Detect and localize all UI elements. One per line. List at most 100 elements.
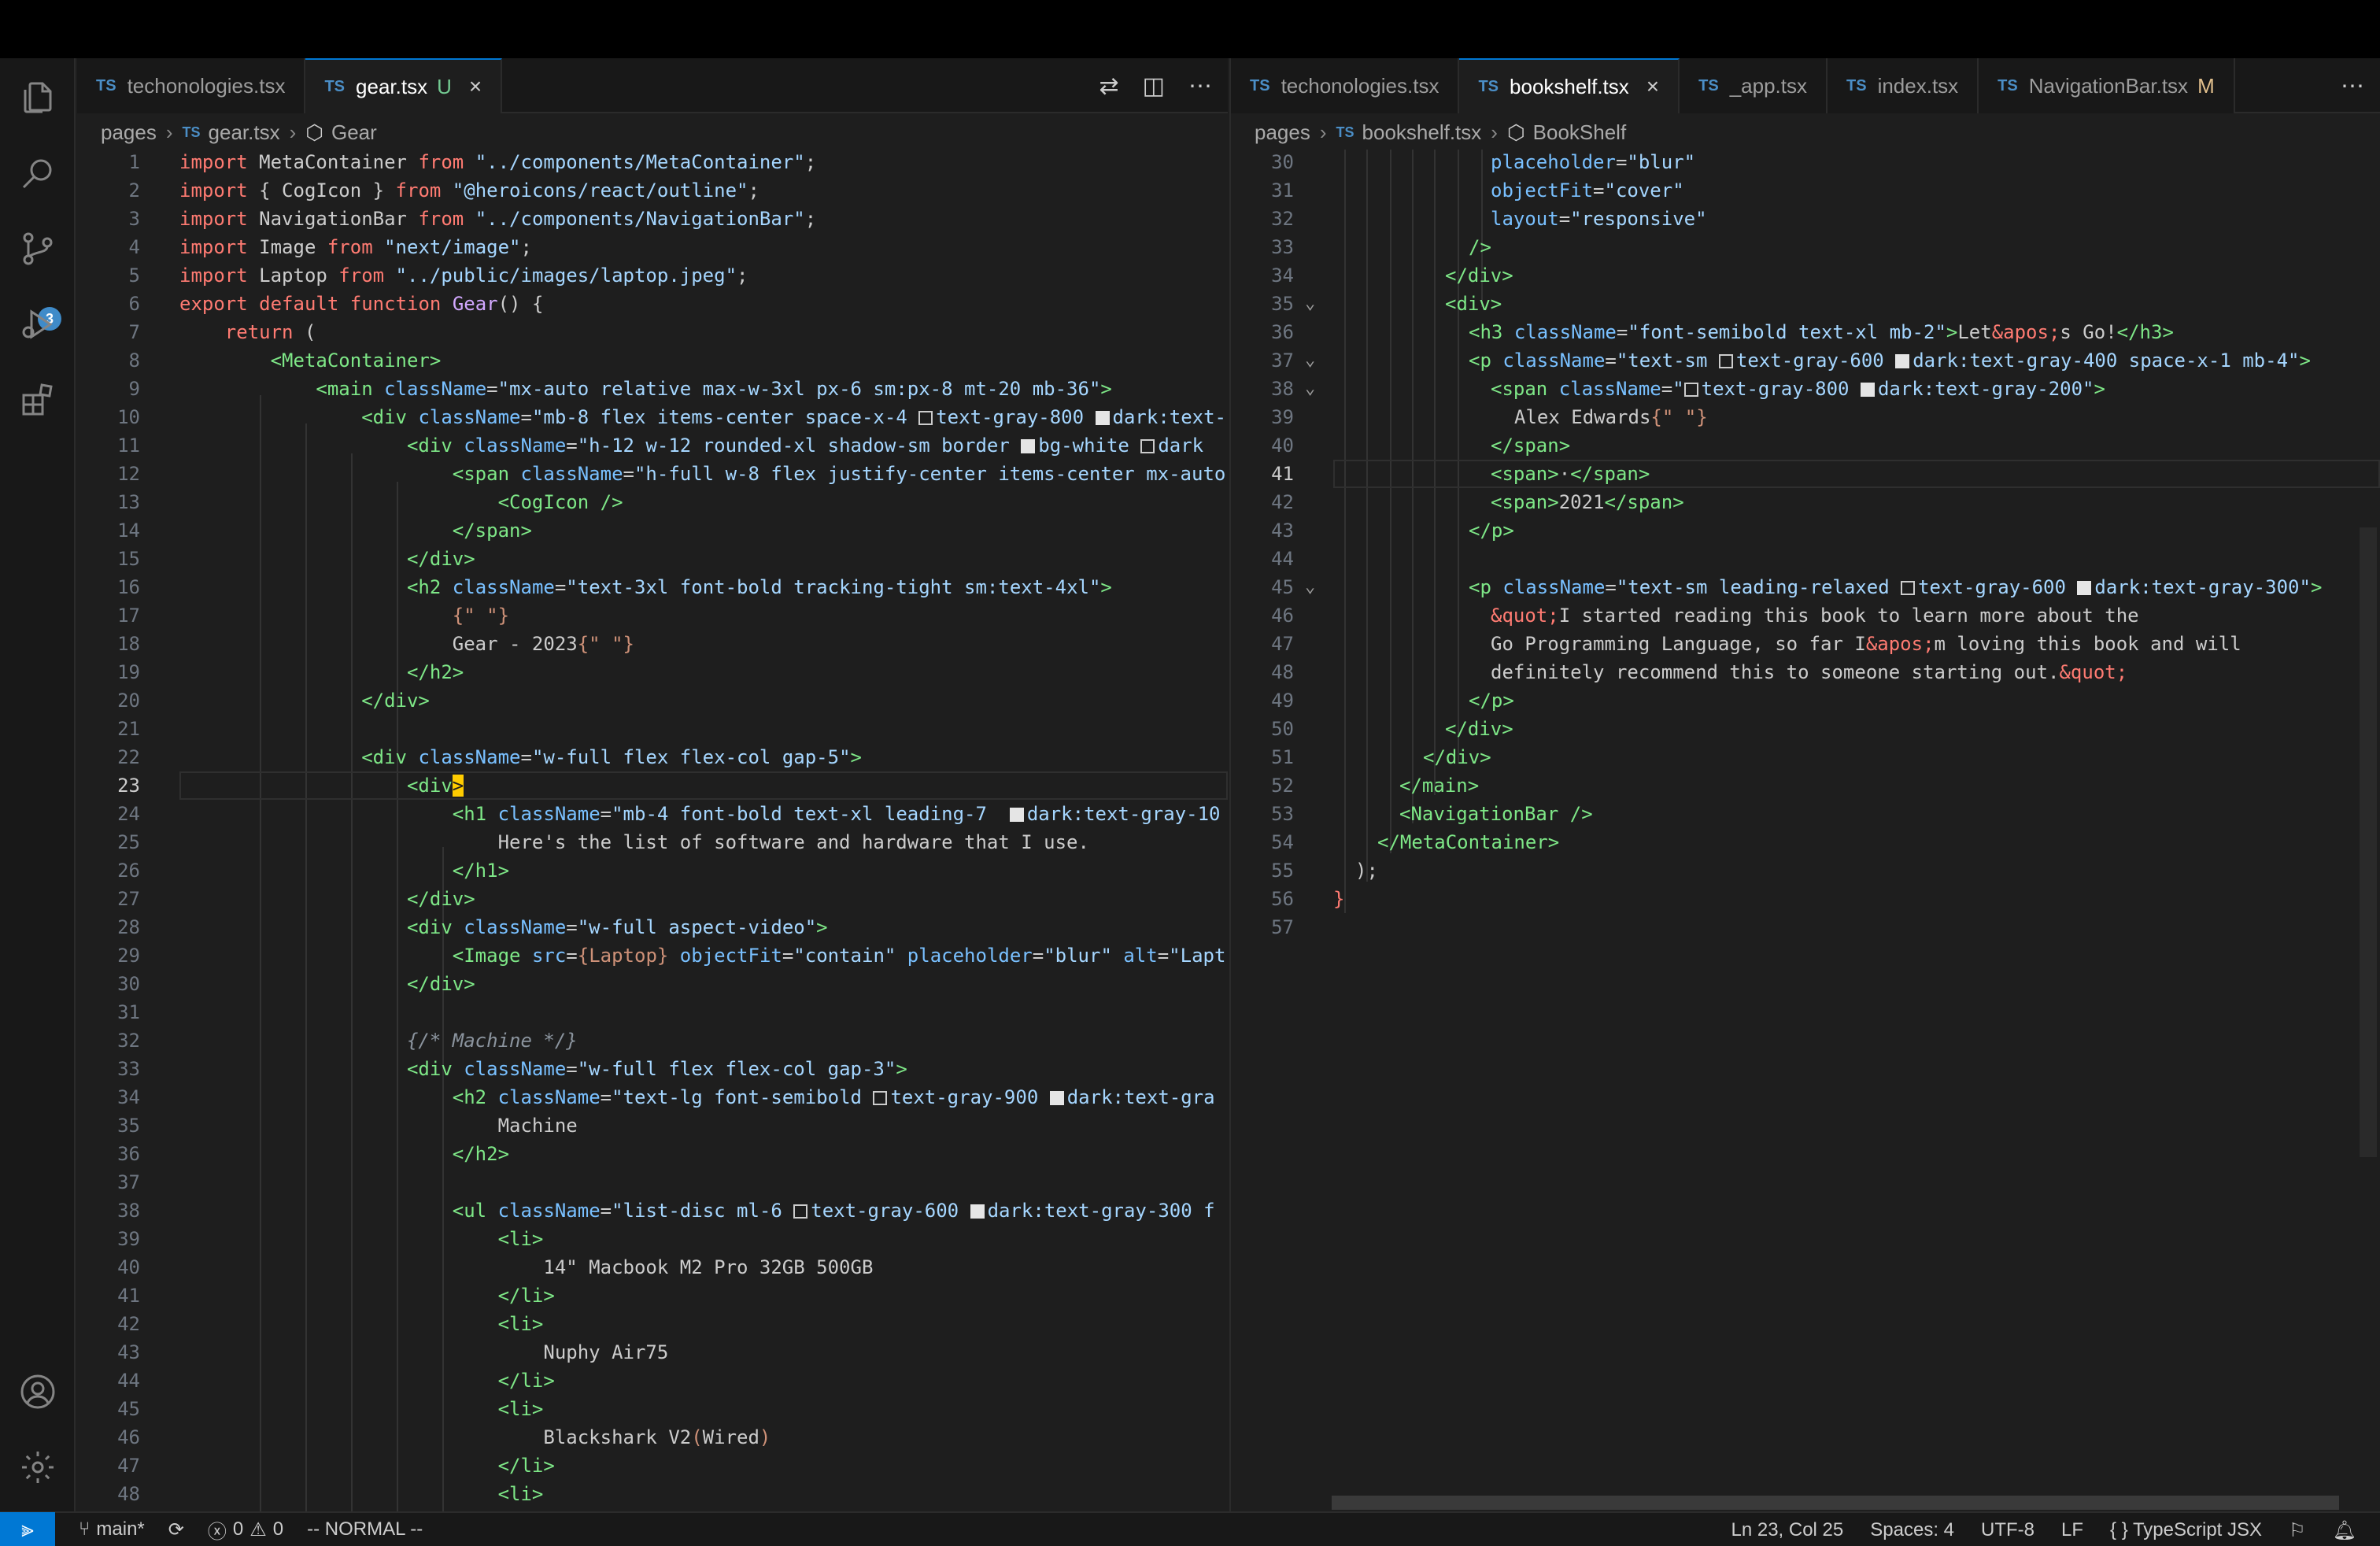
modified-status: M bbox=[2197, 73, 2215, 98]
settings-gear-icon[interactable] bbox=[19, 1448, 57, 1486]
error-icon: ⓧ bbox=[207, 1521, 227, 1543]
chevron-down-icon[interactable]: ⌄ bbox=[1305, 290, 1315, 318]
line-number: 53 bbox=[1271, 803, 1294, 825]
line-ending[interactable]: LF bbox=[2061, 1519, 2083, 1541]
chevron-right-icon: › bbox=[289, 120, 297, 144]
line-number: 2 bbox=[128, 179, 140, 202]
account-icon[interactable] bbox=[19, 1373, 57, 1411]
line-number: 4 bbox=[128, 236, 140, 258]
cursor-position[interactable]: Ln 23, Col 25 bbox=[1731, 1519, 1843, 1541]
line-number: 42 bbox=[117, 1313, 140, 1335]
close-icon[interactable]: × bbox=[1646, 74, 1659, 99]
breadcrumb: pages › TS bookshelf.tsx › ⬡ BookShelf bbox=[1231, 115, 2380, 150]
breadcrumb-symbol[interactable]: Gear bbox=[331, 120, 377, 145]
line-number: 35 bbox=[1271, 293, 1294, 315]
typescript-icon: TS bbox=[1250, 76, 1270, 94]
line-number: 41 bbox=[117, 1285, 140, 1307]
vim-mode: -- NORMAL -- bbox=[307, 1518, 423, 1540]
line-number: 8 bbox=[128, 350, 140, 372]
typescript-icon: TS bbox=[1478, 77, 1499, 95]
line-number: 46 bbox=[1271, 605, 1294, 627]
line-number: 42 bbox=[1271, 491, 1294, 513]
line-number: 38 bbox=[1271, 378, 1294, 400]
search-icon[interactable] bbox=[19, 154, 57, 192]
breadcrumb-symbol[interactable]: BookShelf bbox=[1533, 120, 1627, 145]
line-number: 17 bbox=[117, 605, 140, 627]
tab-index[interactable]: TS index.tsx bbox=[1828, 58, 1979, 113]
line-number: 25 bbox=[117, 831, 140, 853]
tab-label: techonologies.tsx bbox=[1281, 73, 1439, 98]
compare-changes-icon[interactable]: ⇄ bbox=[1099, 72, 1119, 100]
code-editor-right[interactable]: 30 placeholder="blur" 31 objectFit="cover"… bbox=[1231, 148, 2380, 941]
line-number: 5 bbox=[128, 264, 140, 287]
indentation[interactable]: Spaces: 4 bbox=[1870, 1519, 1954, 1541]
remote-icon[interactable]: ⫸ bbox=[0, 1512, 55, 1546]
breadcrumb-folder[interactable]: pages bbox=[1255, 120, 1310, 145]
line-number: 44 bbox=[1271, 548, 1294, 570]
tab-app[interactable]: TS _app.tsx bbox=[1680, 58, 1828, 113]
line-number: 47 bbox=[1271, 633, 1294, 655]
close-icon[interactable]: × bbox=[469, 74, 482, 99]
warning-icon: ⚠ bbox=[249, 1518, 267, 1540]
bell-icon[interactable]: 🔔︎ bbox=[2333, 1519, 2356, 1542]
line-number: 36 bbox=[1271, 321, 1294, 343]
line-number: 43 bbox=[1271, 520, 1294, 542]
encoding[interactable]: UTF-8 bbox=[1981, 1519, 2034, 1541]
chevron-down-icon[interactable]: ⌄ bbox=[1305, 375, 1315, 403]
line-number: 32 bbox=[1271, 208, 1294, 230]
more-actions-icon[interactable]: ⋯ bbox=[2341, 72, 2364, 100]
run-debug-icon[interactable] bbox=[19, 305, 57, 343]
feedback-icon[interactable]: ⚐ bbox=[2289, 1519, 2306, 1542]
line-number: 6 bbox=[128, 293, 140, 315]
typescript-icon: TS bbox=[1698, 76, 1719, 94]
sync-button[interactable]: ⟳ bbox=[168, 1518, 184, 1541]
line-number: 41 bbox=[1271, 463, 1294, 485]
line-number: 33 bbox=[1271, 236, 1294, 258]
language-label: TypeScript JSX bbox=[2132, 1519, 2263, 1540]
line-number: 54 bbox=[1271, 831, 1294, 853]
branch-indicator[interactable]: ⑂ main* bbox=[79, 1518, 145, 1540]
warning-count: 0 bbox=[272, 1518, 284, 1540]
code-editor-left[interactable]: 1 import MetaContainer from "../component… bbox=[77, 148, 1228, 1508]
line-number: 48 bbox=[117, 1483, 140, 1505]
problems-indicator[interactable]: ⓧ 0 ⚠ 0 bbox=[208, 1516, 283, 1544]
breadcrumb-file[interactable]: bookshelf.tsx bbox=[1362, 120, 1482, 145]
more-actions-icon[interactable]: ⋯ bbox=[1188, 72, 1212, 100]
editor-group-left: TS techonologies.tsx TS gear.tsx U × ⇄ ◫… bbox=[77, 58, 1228, 1511]
explorer-icon[interactable] bbox=[19, 79, 57, 117]
status-bar: ⫸ ⑂ main* ⟳ ⓧ 0 ⚠ 0 -- NORMAL -- Ln 23, … bbox=[0, 1511, 2380, 1546]
line-number: 45 bbox=[1271, 576, 1294, 598]
split-editor-icon[interactable]: ◫ bbox=[1143, 72, 1165, 100]
tab-gear[interactable]: TS gear.tsx U × bbox=[305, 58, 503, 113]
extensions-icon[interactable] bbox=[19, 381, 57, 419]
line-number: 39 bbox=[117, 1228, 140, 1250]
tab-techonologies[interactable]: TS techonologies.tsx bbox=[1231, 58, 1460, 113]
horizontal-scrollbar[interactable] bbox=[1332, 1496, 2339, 1510]
chevron-down-icon[interactable]: ⌄ bbox=[1305, 573, 1315, 601]
source-control-icon[interactable] bbox=[19, 230, 57, 268]
symbol-icon: ⬡ bbox=[1506, 120, 1525, 144]
line-number: 34 bbox=[117, 1086, 140, 1108]
typescript-icon: TS bbox=[1846, 76, 1867, 94]
vertical-scrollbar[interactable] bbox=[2360, 527, 2377, 1157]
chevron-down-icon[interactable]: ⌄ bbox=[1305, 346, 1315, 375]
line-number: 40 bbox=[117, 1256, 140, 1278]
line-number: 30 bbox=[117, 973, 140, 995]
chevron-right-icon: › bbox=[1319, 120, 1327, 144]
line-number: 56 bbox=[1271, 888, 1294, 910]
tab-label: bookshelf.tsx bbox=[1510, 74, 1629, 98]
line-number: 55 bbox=[1271, 860, 1294, 882]
tab-label: gear.tsx bbox=[356, 74, 428, 98]
line-number: 16 bbox=[117, 576, 140, 598]
line-number: 37 bbox=[1271, 350, 1294, 372]
tab-techonologies[interactable]: TS techonologies.tsx bbox=[77, 58, 306, 113]
line-number: 7 bbox=[128, 321, 140, 343]
language-mode[interactable]: { } TypeScript JSX bbox=[2110, 1519, 2262, 1541]
tab-bookshelf[interactable]: TS bookshelf.tsx × bbox=[1459, 58, 1680, 113]
line-number: 36 bbox=[117, 1143, 140, 1165]
breadcrumb-folder[interactable]: pages bbox=[101, 120, 157, 145]
breadcrumb-file[interactable]: gear.tsx bbox=[209, 120, 280, 145]
typescript-icon: TS bbox=[182, 124, 201, 140]
line-number: 27 bbox=[117, 888, 140, 910]
tab-navigationbar[interactable]: TS NavigationBar.tsx M bbox=[1979, 58, 2235, 113]
